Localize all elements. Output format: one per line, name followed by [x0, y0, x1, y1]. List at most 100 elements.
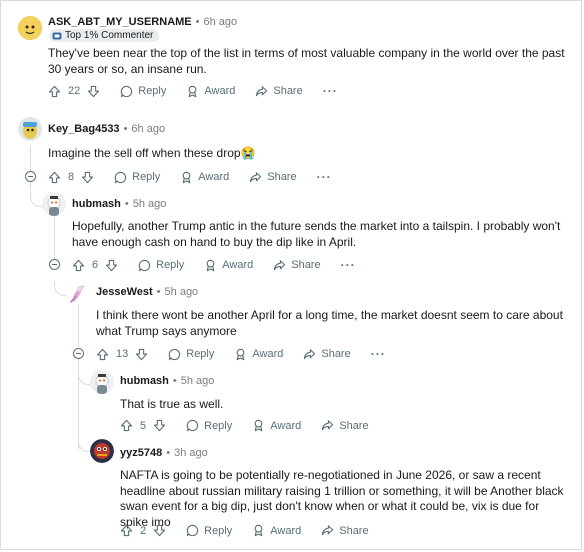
award-label: Award [270, 419, 302, 432]
timestamp[interactable]: 6h ago [131, 123, 165, 135]
overflow-icon[interactable]: ··· [317, 170, 332, 184]
upvote-icon[interactable] [120, 419, 133, 432]
user-flair: Top 1% Commenter [49, 29, 160, 42]
comment-body: NAFTA is going to be potentially re-nego… [120, 468, 564, 529]
reply-icon [120, 85, 133, 98]
share-icon [273, 259, 286, 272]
reply-button[interactable]: Reply [120, 85, 166, 98]
award-button[interactable]: Award [180, 171, 229, 184]
upvote-icon[interactable] [48, 85, 61, 98]
downvote-icon[interactable] [135, 348, 148, 361]
flair-label: Top 1% Commenter [65, 30, 154, 41]
downvote-icon[interactable] [81, 171, 94, 184]
reply-label: Reply [132, 171, 161, 183]
avatar[interactable] [42, 192, 66, 216]
avatar[interactable] [18, 117, 42, 141]
upvote-icon[interactable] [72, 259, 85, 272]
award-icon [204, 259, 217, 272]
overflow-icon[interactable]: ··· [323, 84, 338, 98]
username[interactable]: hubmash [120, 375, 169, 387]
award-label: Award [198, 171, 230, 183]
comment-body: Hopefully, another Trump antic in the fu… [72, 219, 561, 249]
award-icon [252, 524, 265, 537]
username[interactable]: yyz5748 [120, 447, 162, 459]
share-icon [321, 524, 334, 537]
username[interactable]: ASK_ABT_MY_USERNAME [48, 16, 192, 28]
avatar[interactable] [90, 439, 114, 463]
downvote-icon[interactable] [153, 524, 166, 537]
award-button[interactable]: Award [204, 259, 253, 272]
share-button[interactable]: Share [321, 419, 369, 432]
comment-meta: yyz5748 • 3h ago [120, 447, 208, 459]
avatar[interactable] [66, 281, 90, 305]
reply-button[interactable]: Reply [138, 259, 184, 272]
reply-button[interactable]: Reply [114, 171, 160, 184]
share-icon [255, 85, 268, 98]
timestamp[interactable]: 6h ago [204, 16, 238, 28]
vote-count: 2 [140, 524, 147, 537]
share-button[interactable]: Share [249, 171, 297, 184]
upvote-icon[interactable] [96, 348, 109, 361]
share-icon [303, 348, 316, 361]
comment-meta: ASK_ABT_MY_USERNAME • 6h ago [48, 16, 237, 28]
comment-thread: ASK_ABT_MY_USERNAME • 6h ago Top 1% Comm… [0, 0, 582, 550]
award-button[interactable]: Award [234, 348, 283, 361]
timestamp[interactable]: 5h ago [165, 286, 199, 298]
reply-icon [168, 348, 181, 361]
reply-icon [138, 259, 151, 272]
comment-body: They've been near the top of the list in… [48, 46, 565, 76]
comment-actions: 8 Reply Award Share ··· [48, 170, 332, 184]
comment-meta: hubmash • 5h ago [72, 198, 166, 210]
timestamp[interactable]: 5h ago [181, 375, 215, 387]
vote-count: 13 [116, 348, 129, 360]
collapse-icon[interactable] [73, 348, 84, 359]
downvote-icon[interactable] [153, 419, 166, 432]
upvote-icon[interactable] [120, 524, 133, 537]
vote-count: 5 [140, 419, 147, 432]
timestamp[interactable]: 3h ago [174, 447, 208, 459]
share-button[interactable]: Share [321, 524, 369, 537]
username[interactable]: Key_Bag4533 [48, 123, 120, 135]
separator-dot: • [123, 123, 128, 135]
collapse-icon[interactable] [25, 171, 36, 182]
separator-dot: • [166, 447, 171, 459]
award-icon [252, 419, 265, 432]
vote-group: 22 [48, 85, 100, 98]
reply-label: Reply [156, 259, 185, 271]
downvote-icon[interactable] [105, 259, 118, 272]
reply-button[interactable]: Reply [186, 524, 232, 537]
overflow-icon[interactable]: ··· [341, 258, 356, 272]
comment-actions: 2 Reply Award Share [120, 524, 389, 537]
award-button[interactable]: Award [252, 419, 301, 432]
reply-label: Reply [204, 524, 233, 537]
reply-button[interactable]: Reply [186, 419, 232, 432]
reply-label: Reply [138, 85, 167, 97]
award-button[interactable]: Award [186, 85, 235, 98]
share-button[interactable]: Share [255, 85, 303, 98]
thread-line [54, 216, 55, 259]
comment-meta: JesseWest • 5h ago [96, 286, 198, 298]
reply-label: Reply [186, 348, 215, 360]
reply-label: Reply [204, 419, 233, 432]
timestamp[interactable]: 5h ago [133, 198, 167, 210]
avatar[interactable] [90, 370, 114, 394]
share-button[interactable]: Share [273, 259, 321, 272]
reply-button[interactable]: Reply [168, 348, 214, 361]
username[interactable]: hubmash [72, 198, 121, 210]
share-label: Share [273, 85, 303, 97]
comment-meta: hubmash • 5h ago [120, 375, 214, 387]
award-button[interactable]: Award [252, 524, 301, 537]
vote-group: 2 [120, 524, 166, 537]
comment-actions: 5 Reply Award Share [120, 419, 389, 432]
collapse-icon[interactable] [49, 259, 60, 270]
downvote-icon[interactable] [87, 85, 100, 98]
upvote-icon[interactable] [48, 171, 61, 184]
share-button[interactable]: Share [303, 348, 351, 361]
overflow-icon[interactable]: ··· [371, 347, 386, 361]
comment-meta: Key_Bag4533 • 6h ago [48, 123, 165, 135]
username[interactable]: JesseWest [96, 286, 153, 298]
share-icon [249, 171, 262, 184]
separator-dot: • [172, 375, 177, 387]
avatar[interactable] [18, 16, 42, 40]
award-label: Award [252, 348, 284, 360]
